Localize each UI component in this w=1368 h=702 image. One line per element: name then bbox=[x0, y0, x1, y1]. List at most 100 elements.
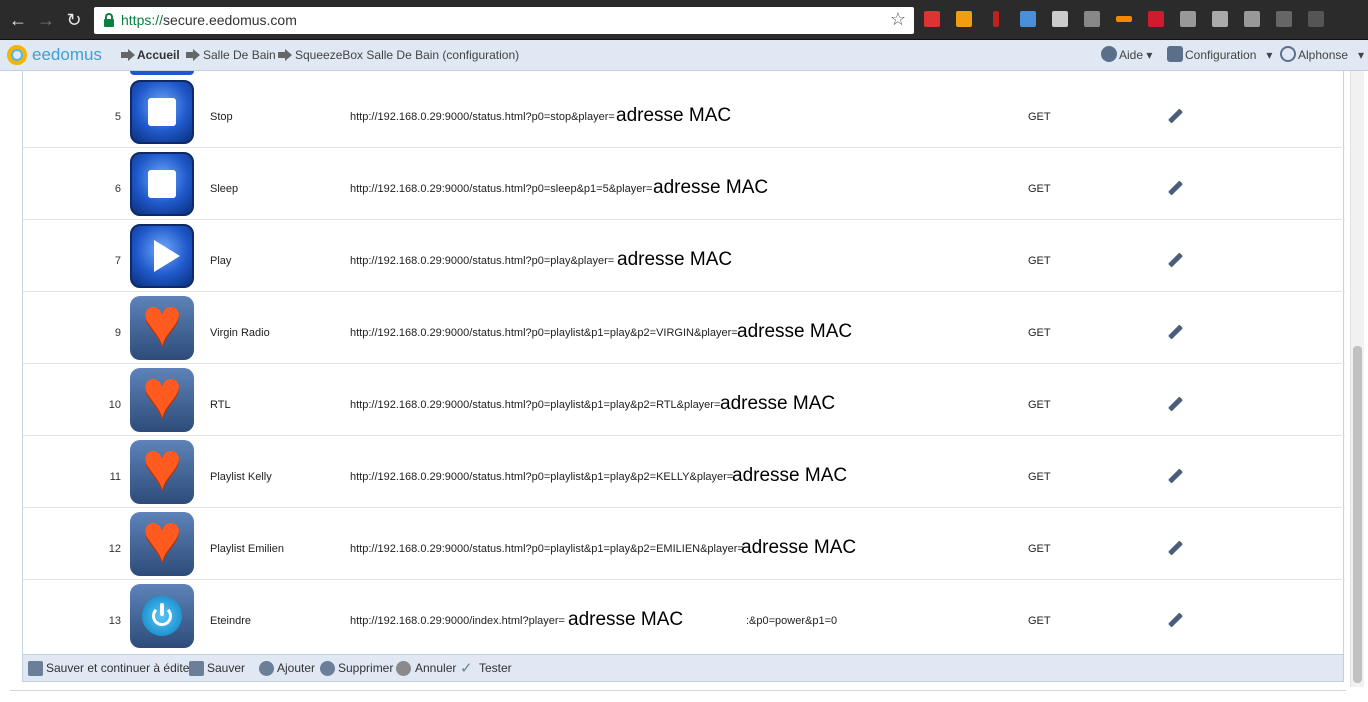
breadcrumb-device[interactable]: SqueezeBox Salle De Bain (configuration) bbox=[295, 48, 519, 62]
row-number: 5 bbox=[114, 111, 121, 123]
row-number: 9 bbox=[114, 327, 121, 339]
row-method: GET bbox=[1028, 111, 1051, 123]
edit-pencil-icon[interactable] bbox=[1167, 468, 1183, 485]
app-header: eedomus Accueil Salle De Bain SqueezeBox… bbox=[0, 40, 1368, 71]
row-mac: adresse MAC bbox=[737, 321, 853, 342]
table-row: 11 ♥ Playlist Kelly http://192.168.0.29:… bbox=[23, 432, 1345, 508]
row-number: 6 bbox=[114, 183, 121, 195]
extension-icon[interactable] bbox=[1244, 11, 1260, 27]
table-row: 12 ♥ Playlist Emilien http://192.168.0.2… bbox=[23, 504, 1345, 580]
breadcrumb-room[interactable]: Salle De Bain bbox=[203, 48, 276, 62]
row-mac: adresse MAC bbox=[616, 105, 732, 126]
address-bar[interactable]: https://secure.eedomus.com ☆ bbox=[94, 7, 914, 34]
shield-extension-icon[interactable] bbox=[1052, 11, 1068, 27]
help-menu[interactable]: Aide ▾ bbox=[1119, 48, 1152, 62]
url-scheme: https:// bbox=[121, 12, 164, 28]
reload-icon[interactable]: ↻ bbox=[62, 8, 86, 32]
row-name: Playlist Emilien bbox=[210, 543, 284, 555]
row-url: http://192.168.0.29:9000/status.html?p0=… bbox=[350, 471, 734, 483]
delete-button[interactable]: Supprimer bbox=[338, 661, 393, 675]
edit-pencil-icon[interactable] bbox=[1167, 324, 1183, 341]
extension-icon[interactable] bbox=[1180, 11, 1196, 27]
extension-icon[interactable] bbox=[924, 11, 940, 27]
logo-text[interactable]: eedomus bbox=[32, 45, 102, 65]
row-method: GET bbox=[1028, 255, 1051, 267]
config-menu[interactable]: Configuration ▾ bbox=[1185, 48, 1272, 62]
heart-icon[interactable]: ♥ bbox=[130, 432, 194, 504]
arrow-right-icon bbox=[121, 49, 135, 61]
download-extension-icon[interactable] bbox=[956, 11, 972, 27]
back-icon[interactable]: ← bbox=[6, 8, 30, 32]
table-row: 7 Play http://192.168.0.29:9000/status.h… bbox=[23, 220, 1345, 292]
row-url: http://192.168.0.29:9000/status.html?p0=… bbox=[350, 255, 615, 267]
stop-icon[interactable] bbox=[130, 80, 194, 144]
row-number: 7 bbox=[114, 255, 121, 267]
browser-toolbar: ← → ↻ https://secure.eedomus.com ☆ bbox=[0, 0, 1368, 40]
config-label: Configuration bbox=[1185, 48, 1257, 62]
arrow-right-icon bbox=[278, 49, 292, 61]
row-extra-params: :&p0=power&p1=0 bbox=[746, 615, 838, 627]
edit-pencil-icon[interactable] bbox=[1167, 540, 1183, 557]
gear-icon bbox=[1167, 46, 1183, 62]
edit-pencil-icon[interactable] bbox=[1167, 108, 1183, 125]
row-method: GET bbox=[1028, 471, 1051, 483]
edit-pencil-icon[interactable] bbox=[1167, 612, 1183, 629]
row-number: 10 bbox=[108, 399, 121, 411]
row-mac: adresse MAC bbox=[568, 609, 684, 630]
thermometer-extension-icon[interactable] bbox=[993, 11, 999, 27]
url-text[interactable]: https://secure.eedomus.com bbox=[121, 12, 297, 28]
save-button[interactable]: Sauver bbox=[207, 661, 245, 675]
power-icon[interactable] bbox=[130, 584, 194, 648]
help-icon bbox=[1101, 46, 1117, 62]
row-name: Playlist Kelly bbox=[210, 471, 272, 483]
row-name: Eteindre bbox=[210, 615, 251, 627]
power-icon bbox=[1280, 46, 1296, 62]
row-url: http://192.168.0.29:9000/status.html?p0=… bbox=[350, 543, 744, 555]
heart-icon[interactable]: ♥ bbox=[130, 360, 194, 432]
arrow-right-icon bbox=[186, 49, 200, 61]
row-method: GET bbox=[1028, 399, 1051, 411]
page-bottom-border bbox=[10, 690, 1346, 691]
add-button[interactable]: Ajouter bbox=[277, 661, 315, 675]
test-button[interactable]: Tester bbox=[479, 661, 512, 675]
row-number: 12 bbox=[108, 543, 121, 555]
stop-icon[interactable] bbox=[130, 152, 194, 216]
amazon-extension-icon[interactable] bbox=[1116, 16, 1132, 22]
row-url: http://192.168.0.29:9000/status.html?p0=… bbox=[350, 327, 738, 339]
reply-icon[interactable] bbox=[1308, 11, 1324, 27]
table-row: 9 ♥ Virgin Radio http://192.168.0.29:900… bbox=[23, 288, 1345, 364]
extension-icon[interactable] bbox=[1148, 11, 1164, 27]
bottom-toolbar: Sauver et continuer à éditer Sauver Ajou… bbox=[22, 654, 1344, 682]
breadcrumb-home[interactable]: Accueil bbox=[137, 48, 180, 62]
row-url: http://192.168.0.29:9000/status.html?p0=… bbox=[350, 399, 721, 411]
save-continue-button[interactable]: Sauver et continuer à éditer bbox=[46, 661, 193, 675]
bookmark-star-icon[interactable]: ☆ bbox=[890, 9, 906, 30]
extension-icon[interactable] bbox=[1084, 11, 1100, 27]
table-row: 5 Stop http://192.168.0.29:9000/status.h… bbox=[23, 76, 1345, 148]
actions-table: 5 Stop http://192.168.0.29:9000/status.h… bbox=[22, 71, 1345, 654]
row-method: GET bbox=[1028, 327, 1051, 339]
row-method: GET bbox=[1028, 615, 1051, 627]
cast-icon[interactable] bbox=[1276, 11, 1292, 27]
edit-pencil-icon[interactable] bbox=[1167, 396, 1183, 413]
vertical-scrollbar[interactable] bbox=[1350, 71, 1364, 687]
edit-pencil-icon[interactable] bbox=[1167, 180, 1183, 197]
row-mac: adresse MAC bbox=[653, 177, 769, 198]
ghost-extension-icon[interactable] bbox=[1020, 11, 1036, 27]
user-menu[interactable]: Alphonse ▾ bbox=[1298, 48, 1364, 62]
heart-icon[interactable]: ♥ bbox=[130, 288, 194, 360]
play-icon[interactable] bbox=[130, 224, 194, 288]
url-host: secure.eedomus.com bbox=[163, 12, 297, 28]
row-method: GET bbox=[1028, 543, 1051, 555]
extension-icon[interactable] bbox=[1212, 11, 1228, 27]
cancel-button[interactable]: Annuler bbox=[415, 661, 456, 675]
row-url: http://192.168.0.29:9000/status.html?p0=… bbox=[350, 183, 653, 195]
table-row: 6 Sleep http://192.168.0.29:9000/status.… bbox=[23, 148, 1345, 220]
forward-icon[interactable]: → bbox=[34, 8, 58, 32]
row-name: Sleep bbox=[210, 183, 239, 195]
heart-icon[interactable]: ♥ bbox=[130, 504, 194, 576]
eedomus-logo-icon bbox=[7, 45, 27, 65]
scrollbar-thumb[interactable] bbox=[1353, 346, 1362, 683]
edit-pencil-icon[interactable] bbox=[1167, 252, 1183, 269]
row-name: Stop bbox=[210, 111, 233, 123]
